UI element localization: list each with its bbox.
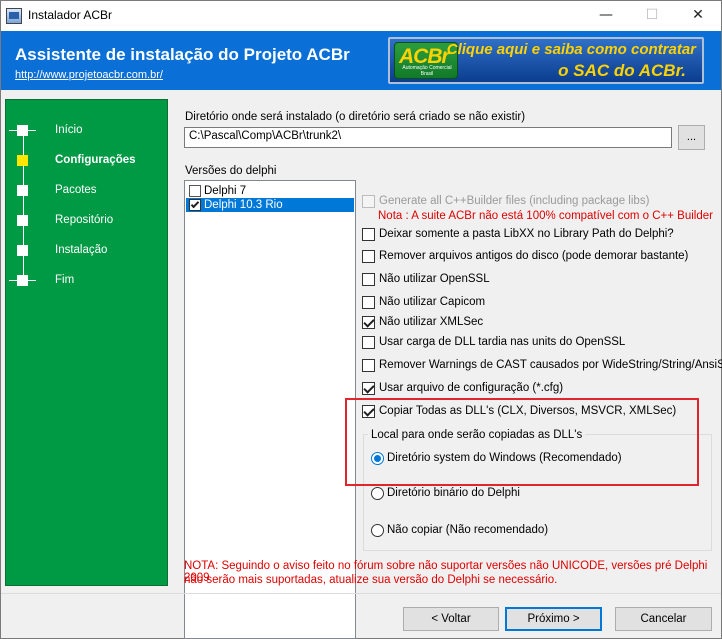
back-button[interactable]: < Voltar — [403, 607, 499, 631]
option-generate-cpp[interactable]: Generate all C++Builder files (including… — [362, 194, 722, 210]
radio-no-copy[interactable]: Não copiar (Não recomendado) — [371, 523, 701, 539]
maximize-button[interactable]: ☐ — [629, 1, 675, 31]
radio[interactable] — [371, 524, 384, 537]
browse-button[interactable]: ... — [678, 125, 705, 150]
list-item-delphi-10-3[interactable]: Delphi 10.3 Rio — [186, 198, 354, 212]
radio[interactable] — [371, 487, 384, 500]
list-item-delphi-7[interactable]: Delphi 7 — [186, 184, 354, 198]
cpp-note: Nota : A suite ACBr não está 100% compat… — [378, 210, 713, 222]
step-repositorio: Repositório — [6, 211, 166, 231]
checkbox[interactable] — [362, 336, 375, 349]
close-button[interactable]: ✕ — [675, 1, 721, 31]
step-configuracoes: Configurações — [6, 151, 166, 171]
install-dir-label: Diretório onde será instalado (o diretór… — [185, 111, 526, 123]
step-marker — [17, 215, 28, 226]
minimize-button[interactable]: — — [583, 1, 629, 31]
checkbox[interactable] — [362, 359, 375, 372]
checkbox[interactable] — [362, 296, 375, 309]
step-fim: Fim — [6, 271, 166, 291]
checkbox-checked[interactable] — [362, 382, 375, 395]
option-no-openssl[interactable]: Não utilizar OpenSSL — [362, 272, 722, 288]
step-marker-active — [17, 155, 28, 166]
step-marker — [17, 245, 28, 256]
option-libxx-only[interactable]: Deixar somente a pasta LibXX no Library … — [362, 227, 722, 243]
next-button[interactable]: Próximo > — [505, 607, 602, 631]
option-remove-old-files[interactable]: Remover arquivos antigos do disco (pode … — [362, 249, 722, 265]
radio-delphi-bin[interactable]: Diretório binário do Delphi — [371, 486, 701, 502]
checkbox[interactable] — [362, 273, 375, 286]
app-icon — [6, 8, 22, 24]
option-no-xmlsec[interactable]: Não utilizar XMLSec — [362, 315, 722, 331]
option-no-capicom[interactable]: Não utilizar Capicom — [362, 295, 722, 311]
title-bar: Instalador ACBr — ☐ ✕ — [1, 1, 721, 31]
sac-banner[interactable]: ACBr Automação Comercial Brasil Clique a… — [388, 37, 704, 84]
option-remove-cast-warnings[interactable]: Remover Warnings de CAST causados por Wi… — [362, 358, 722, 374]
step-marker — [17, 185, 28, 196]
banner-line-1: Clique aqui e saiba como contratar — [446, 41, 696, 58]
wizard-body: Início Configurações Pacotes Repositório… — [1, 90, 722, 639]
install-dir-input[interactable]: C:\Pascal\Comp\ACBr\trunk2\ — [184, 127, 672, 148]
step-instalacao: Instalação — [6, 241, 166, 261]
highlight-annotation — [345, 398, 699, 486]
window-title: Instalador ACBr — [28, 8, 113, 22]
website-link[interactable]: http://www.projetoacbr.com.br/ — [15, 69, 163, 81]
option-use-cfg-file[interactable]: Usar arquivo de configuração (*.cfg) — [362, 381, 722, 397]
installer-window: Instalador ACBr — ☐ ✕ Assistente de inst… — [0, 0, 722, 639]
footer-divider — [1, 593, 721, 594]
checkbox[interactable] — [362, 250, 375, 263]
step-inicio: Início — [6, 121, 166, 141]
steps-sidebar: Início Configurações Pacotes Repositório… — [5, 99, 168, 586]
wizard-header: Assistente de instalação do Projeto ACBr… — [1, 31, 721, 90]
checkbox[interactable] — [362, 195, 375, 208]
wizard-title: Assistente de instalação do Projeto ACBr — [15, 45, 350, 64]
option-delayed-dll-load[interactable]: Usar carga de DLL tardia nas units do Op… — [362, 335, 722, 351]
step-marker — [17, 275, 28, 286]
step-pacotes: Pacotes — [6, 181, 166, 201]
delphi-versions-label: Versões do delphi — [185, 165, 277, 177]
checkbox-checked[interactable] — [189, 199, 201, 211]
cancel-button[interactable]: Cancelar — [615, 607, 712, 631]
checkbox[interactable] — [362, 228, 375, 241]
checkbox[interactable] — [189, 185, 201, 197]
footer-note-line2: não serão mais suportadas, atualize sua … — [184, 574, 558, 586]
step-marker — [17, 125, 28, 136]
checkbox-checked[interactable] — [362, 316, 375, 329]
banner-line-2: o SAC do ACBr. — [558, 61, 686, 80]
